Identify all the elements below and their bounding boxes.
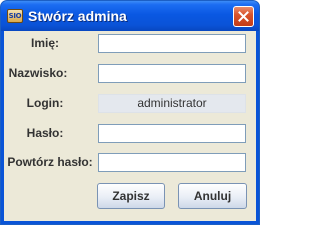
app-icon: SIO [7,9,23,23]
password-label: Hasło: [26,126,64,140]
title-bar[interactable]: SIO Stwórz admina [1,1,259,31]
surname-label: Nazwisko: [8,66,68,80]
login-value: administrator [98,94,246,113]
name-input[interactable] [98,34,246,53]
save-button[interactable]: Zapisz [97,183,165,209]
repeat-password-label: Powtórz hasło: [7,155,93,169]
surname-input[interactable] [98,64,246,83]
repeat-password-input[interactable] [98,153,246,172]
cancel-button[interactable]: Anuluj [178,183,247,209]
window-title: Stwórz admina [28,8,127,24]
login-label: Login: [26,96,64,110]
dialog-window: SIO Stwórz admina Imię: Nazwisko: Login:… [0,0,260,225]
dialog-content: Imię: Nazwisko: Login: administrator Has… [4,31,256,221]
password-input[interactable] [98,124,246,143]
close-icon [238,11,249,22]
close-button[interactable] [233,6,254,27]
name-label: Imię: [30,36,59,50]
